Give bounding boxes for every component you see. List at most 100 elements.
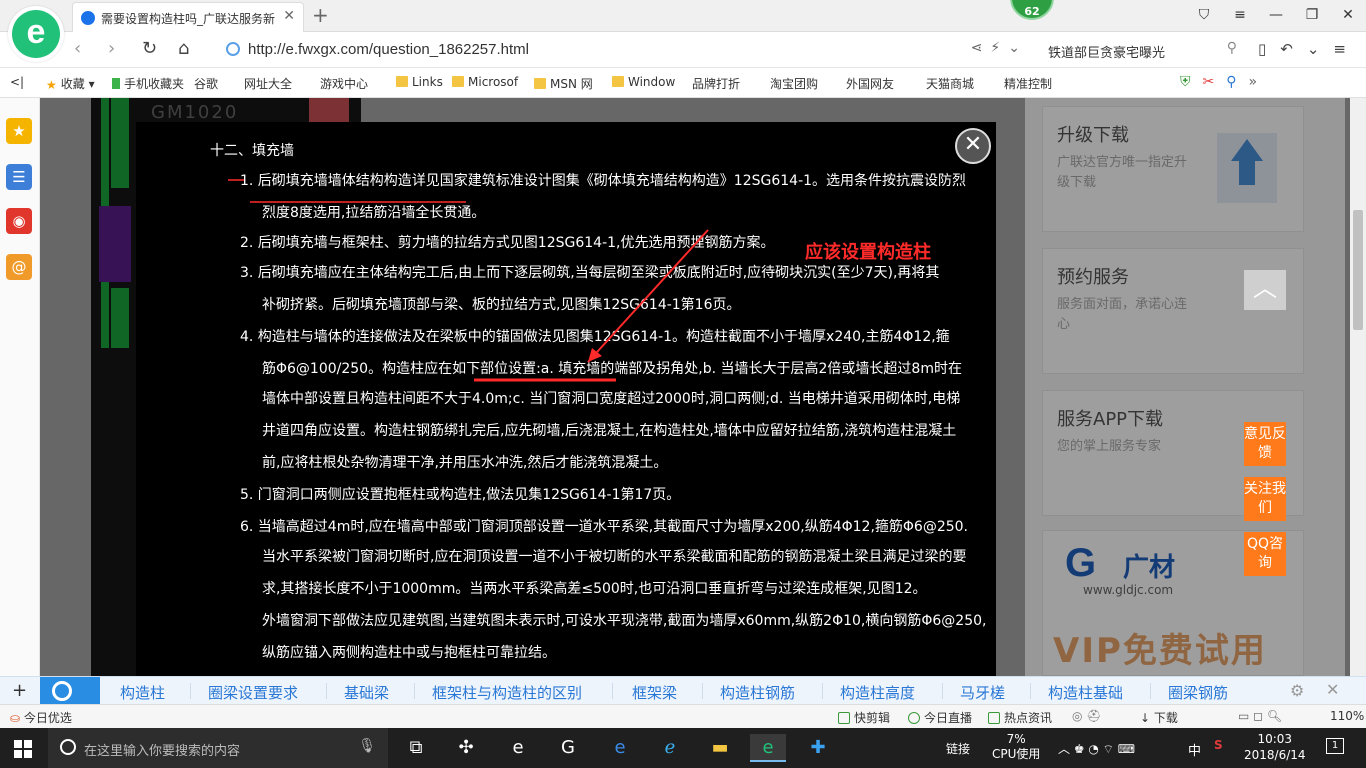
bookmark-msn[interactable]: MSN 网 <box>534 75 593 92</box>
cpu-meter[interactable]: 7% CPU使用 <box>992 732 1040 762</box>
bookmark-precise[interactable]: 精准控制 <box>1004 75 1056 184</box>
forward-icon[interactable]: › <box>108 38 115 59</box>
task-view-icon[interactable]: ⧉ <box>398 734 434 762</box>
toolbar-icons[interactable]: ▯↶⌄≡ <box>1258 40 1360 58</box>
link-label[interactable]: 链接 <box>946 740 970 757</box>
edge-icon[interactable]: e <box>602 734 638 762</box>
folder-icon <box>452 76 464 87</box>
weibo-icon[interactable]: ◉ <box>6 208 32 234</box>
reader-icon[interactable]: ☰ <box>6 164 32 190</box>
status-tool-icons[interactable]: ◎ ⛑ <box>1072 709 1102 723</box>
restore-button[interactable]: ❐ <box>1294 0 1330 30</box>
bookmark-links[interactable]: Links <box>396 75 443 89</box>
daily-pick[interactable]: ⛀ 今日优选 <box>10 709 72 726</box>
new-tab-button[interactable]: + <box>312 3 329 27</box>
back-to-top-button[interactable]: ︿ <box>1244 270 1286 310</box>
modal-close-button[interactable]: ✕ <box>955 128 991 164</box>
status-download[interactable]: ↓ 下载 <box>1140 709 1178 726</box>
bookmark-microsoft[interactable]: Microsof <box>452 75 518 89</box>
keyword-link[interactable]: 构造柱基础 <box>1048 682 1123 703</box>
more-icon[interactable]: » <box>1249 74 1270 90</box>
search-logo-button[interactable] <box>40 677 100 705</box>
tray-icons[interactable]: ︿ ♚ ◔ ⌔ ⌨ <box>1058 740 1135 757</box>
address-tools[interactable]: ⋖⚡⌄ <box>971 40 1028 56</box>
windows-start-icon[interactable] <box>14 740 32 758</box>
vertical-scrollbar[interactable] <box>1350 98 1366 676</box>
add-icon[interactable]: + <box>12 680 27 701</box>
bookmark-mobile[interactable]: 手机收藏夹 <box>112 75 184 92</box>
red-markup-layer <box>228 179 709 382</box>
fan-app-icon[interactable]: ✣ <box>448 734 484 762</box>
tab-close-icon[interactable]: ✕ <box>283 8 295 24</box>
feedback-button[interactable]: 意见反馈 <box>1244 422 1286 466</box>
notification-badge[interactable]: 62 <box>1010 0 1054 20</box>
keyword-link[interactable]: 框架柱与构造柱的区别 <box>432 682 582 703</box>
keyword-link[interactable]: 圈梁钢筋 <box>1168 682 1228 703</box>
blue-app-icon[interactable]: ✚ <box>800 734 836 762</box>
keyword-bar: + 构造柱 圈梁设置要求 基础梁 框架柱与构造柱的区别 框架梁 构造柱钢筋 构造… <box>0 676 1366 705</box>
e-browser-app-icon[interactable]: e <box>500 734 536 762</box>
favorites-star-icon[interactable]: ★ <box>6 118 32 144</box>
bookmark-games[interactable]: 游戏中心 <box>320 75 372 184</box>
cortana-icon <box>60 739 76 755</box>
keyword-link[interactable]: 圈梁设置要求 <box>208 682 298 703</box>
bookmark-foreign[interactable]: 外国网友 <box>846 75 898 184</box>
home-icon[interactable]: ⌂ <box>178 38 189 59</box>
keyword-link[interactable]: 构造柱高度 <box>840 682 915 703</box>
keyword-link[interactable]: 马牙槎 <box>960 682 1005 703</box>
keyword-link[interactable]: 构造柱 <box>120 682 165 703</box>
phone-icon <box>112 78 120 89</box>
ie-icon[interactable]: ℯ <box>652 734 688 762</box>
close-keyword-bar-icon[interactable]: ✕ <box>1326 680 1339 699</box>
shield-icon[interactable]: ⛨ <box>1180 74 1203 90</box>
microphone-icon[interactable]: 🎙︎ <box>358 738 376 754</box>
bookmark-google[interactable]: 谷歌 <box>194 75 246 184</box>
bookmark-windows[interactable]: Window <box>612 75 675 89</box>
url-input[interactable]: http://e.fwxgx.com/question_1862257.html… <box>218 37 1038 63</box>
close-window-button[interactable]: ✕ <box>1330 0 1366 30</box>
mail-icon[interactable]: @ <box>6 254 32 280</box>
status-window-icons[interactable]: ▭ ◻ 🔍︎ <box>1238 709 1282 723</box>
minimize-button[interactable]: — <box>1258 0 1294 30</box>
bookmark-sites[interactable]: 网址大全 <box>244 75 296 184</box>
refresh-icon[interactable]: ↻ <box>142 38 157 59</box>
gift-icon: ⛀ <box>10 711 21 725</box>
extension-icons[interactable]: ⛨✂⚲» <box>1180 74 1269 90</box>
keyword-link[interactable]: 构造柱钢筋 <box>720 682 795 703</box>
follow-button[interactable]: 关注我们 <box>1244 477 1286 521</box>
scroll-thumb[interactable] <box>1353 210 1363 330</box>
swirl-app-icon[interactable]: G <box>550 734 586 762</box>
status-news[interactable]: 热点资讯 <box>988 709 1052 726</box>
shirt-skin-icon[interactable]: ⛉ <box>1186 0 1222 30</box>
menu-icon[interactable]: ≡ <box>1222 0 1258 30</box>
zoom-level[interactable]: 110% <box>1330 709 1364 723</box>
browser-logo[interactable]: e <box>8 6 64 62</box>
status-quick-clip[interactable]: 快剪辑 <box>838 709 890 726</box>
magnifier-icon[interactable]: ⚲ <box>1226 74 1248 90</box>
left-sidebar: ★ ☰ ◉ @ <box>0 98 40 678</box>
sidebar-toggle-icon[interactable]: <| <box>10 75 24 89</box>
bookmark-tmall[interactable]: 天猫商城 <box>926 75 978 184</box>
active-browser-icon[interactable]: e <box>750 734 786 762</box>
settings-gear-icon[interactable]: ⚙ <box>1290 681 1304 700</box>
bookmark-favorites[interactable]: ★ 收藏 ▾ <box>46 75 95 92</box>
search-input[interactable]: 铁道部巨贪豪宅曝光 ⚲ <box>1040 37 1245 63</box>
status-live[interactable]: 今日直播 <box>908 709 972 726</box>
back-icon[interactable]: ‹ <box>74 38 81 59</box>
scissors-icon[interactable]: ✂ <box>1203 74 1227 90</box>
taskbar-clock[interactable]: 10:03 2018/6/14 <box>1244 731 1306 763</box>
notification-center-icon[interactable]: 1 <box>1326 738 1344 754</box>
search-icon[interactable]: ⚲ <box>1227 40 1237 56</box>
qq-consult-button[interactable]: QQ咨询 <box>1244 532 1286 576</box>
taskbar-search-input[interactable]: 在这里输入你要搜索的内容 🎙︎ <box>48 728 388 768</box>
ime-indicator[interactable]: 中 <box>1188 740 1201 759</box>
browser-tab[interactable]: 需要设置构造柱吗_广联达服务新 ✕ <box>72 2 304 32</box>
keyword-link[interactable]: 基础梁 <box>344 682 389 703</box>
bookmark-taobao[interactable]: 淘宝团购 <box>770 75 822 184</box>
file-explorer-icon[interactable]: ▬ <box>702 734 738 762</box>
keyword-link[interactable]: 框架梁 <box>632 682 677 703</box>
clock-time: 10:03 <box>1257 732 1293 746</box>
bookmark-brand[interactable]: 品牌打折 <box>692 75 744 184</box>
cpu-value: 7% <box>1006 732 1026 746</box>
sogou-icon[interactable]: S <box>1214 738 1223 752</box>
